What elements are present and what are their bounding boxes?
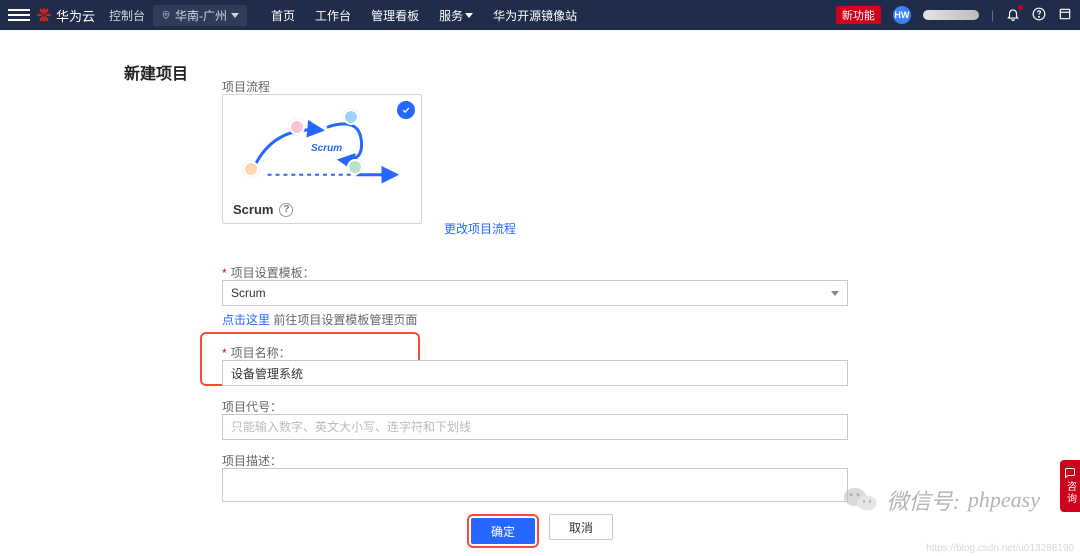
chat-icon xyxy=(1064,467,1076,479)
change-flow-link[interactable]: 更改项目流程 xyxy=(444,220,516,237)
avatar-icon xyxy=(347,159,363,175)
help-icon[interactable] xyxy=(1032,7,1046,24)
template-select[interactable]: Scrum xyxy=(222,280,848,306)
watermark: 微信号: phpeasy xyxy=(843,484,1040,516)
topbar: 华为云 控制台 华南-广州 首页 工作台 管理看板 服务 华为开源镜像站 新功能… xyxy=(0,0,1080,30)
divider: | xyxy=(991,8,994,22)
chevron-down-icon xyxy=(465,13,473,18)
page-canvas: 新建项目 项目流程 Scrum Scrum xyxy=(0,30,1080,556)
template-selected-value: Scrum xyxy=(231,286,266,300)
consult-label: 咨询 xyxy=(1063,481,1078,505)
watermark-label: 微信号: xyxy=(887,484,960,516)
project-description-label: 项目描述： xyxy=(222,452,282,469)
chevron-down-icon xyxy=(831,291,839,296)
consult-side-tab[interactable]: 咨询 xyxy=(1060,460,1080,512)
topbar-right: 新功能 HW | xyxy=(836,0,1072,30)
nav-services-label: 服务 xyxy=(439,7,463,24)
project-description-input[interactable] xyxy=(222,468,848,502)
template-hint-suffix: 前往项目设置模板管理页面 xyxy=(270,313,417,327)
chevron-down-icon xyxy=(231,13,239,18)
confirm-button[interactable]: 确定 xyxy=(471,518,535,544)
avatar-icon xyxy=(289,119,305,135)
notification-bell-icon[interactable] xyxy=(1006,7,1020,24)
nav-mirror[interactable]: 华为开源镜像站 xyxy=(493,7,577,24)
nav-home[interactable]: 首页 xyxy=(271,7,295,24)
help-icon[interactable]: ? xyxy=(279,203,293,217)
nav-board[interactable]: 管理看板 xyxy=(371,7,419,24)
flow-group-label: 项目流程 xyxy=(222,78,270,95)
hamburger-icon[interactable] xyxy=(8,4,30,26)
new-feature-badge[interactable]: 新功能 xyxy=(836,6,881,24)
template-hint: 点击这里 前往项目设置模板管理页面 xyxy=(222,311,417,328)
nav-items: 首页 工作台 管理看板 服务 华为开源镜像站 xyxy=(271,7,577,24)
flow-card-title-row: Scrum ? xyxy=(233,202,293,217)
scrum-diagram: Scrum xyxy=(233,105,411,195)
brand-block[interactable]: 华为云 xyxy=(36,6,95,25)
project-code-label: 项目代号： xyxy=(222,398,282,415)
huawei-logo-icon xyxy=(36,7,52,23)
region-selector[interactable]: 华南-广州 xyxy=(153,5,247,26)
flow-card-scrum[interactable]: Scrum Scrum ? xyxy=(222,94,422,224)
watermark-handle: phpeasy xyxy=(968,487,1040,513)
project-code-input[interactable] xyxy=(222,414,848,440)
template-hint-link[interactable]: 点击这里 xyxy=(222,313,270,327)
username-redacted xyxy=(923,10,979,20)
cancel-button[interactable]: 取消 xyxy=(549,514,613,540)
nav-services[interactable]: 服务 xyxy=(439,7,473,24)
template-label: 项目设置模板： xyxy=(222,264,315,281)
avatar-icon xyxy=(343,109,359,125)
scrum-caption: Scrum xyxy=(311,143,342,154)
brand-text: 华为云 xyxy=(56,6,95,25)
project-name-label: 项目名称： xyxy=(222,344,291,361)
region-text: 华南-广州 xyxy=(175,7,227,24)
nav-workbench[interactable]: 工作台 xyxy=(315,7,351,24)
flow-card-title: Scrum xyxy=(233,202,273,217)
button-row: 确定 取消 xyxy=(0,514,1080,548)
location-icon xyxy=(161,10,171,20)
page-title: 新建项目 xyxy=(124,60,188,84)
console-tab[interactable]: 控制台 xyxy=(109,7,145,24)
avatar-icon xyxy=(243,161,259,177)
fullscreen-icon[interactable] xyxy=(1058,7,1072,24)
confirm-highlight-box: 确定 xyxy=(467,514,539,548)
project-name-input[interactable] xyxy=(222,360,848,386)
avatar[interactable]: HW xyxy=(893,6,911,24)
